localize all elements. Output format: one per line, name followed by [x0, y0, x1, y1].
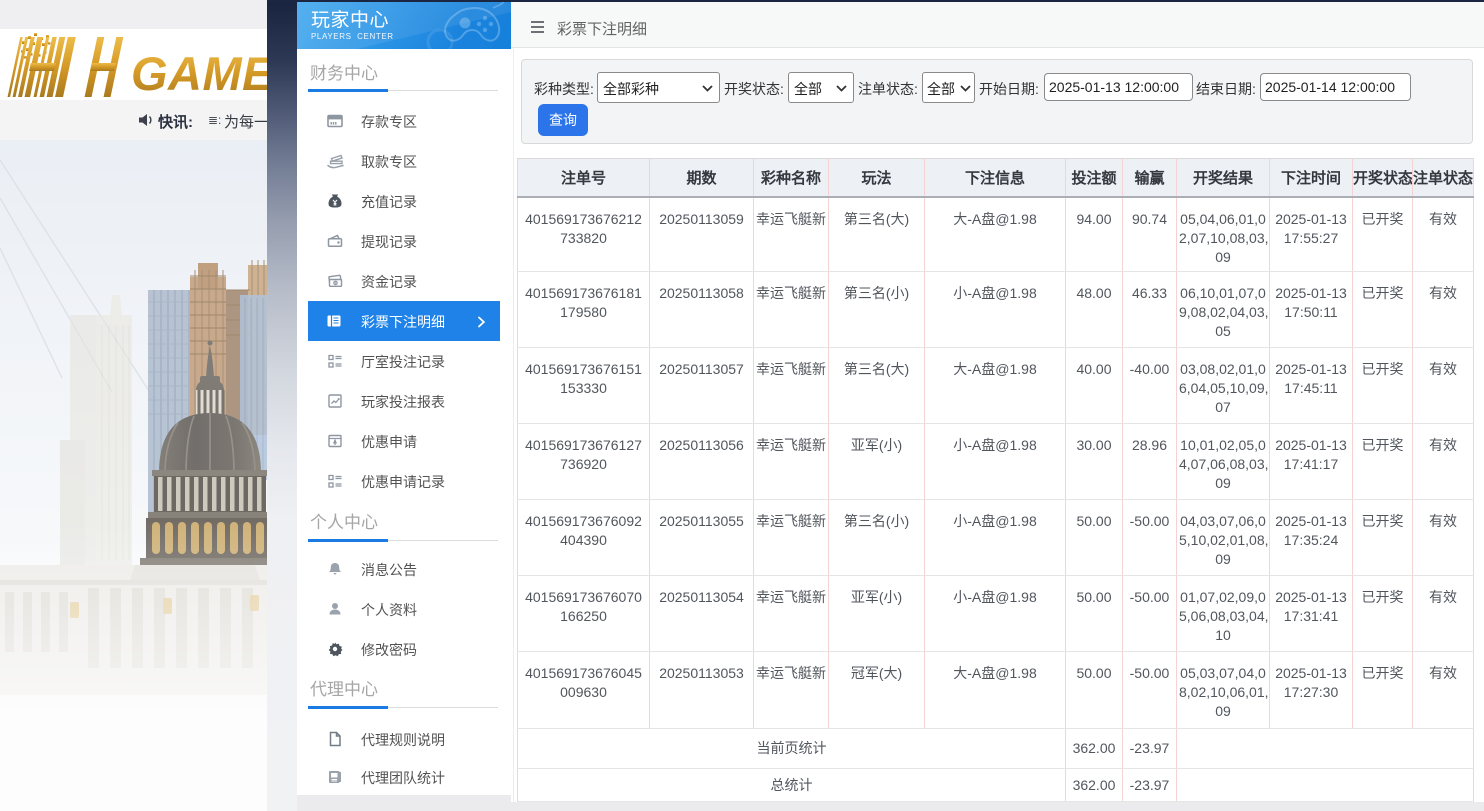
svg-text:GAME: GAME: [131, 47, 267, 100]
